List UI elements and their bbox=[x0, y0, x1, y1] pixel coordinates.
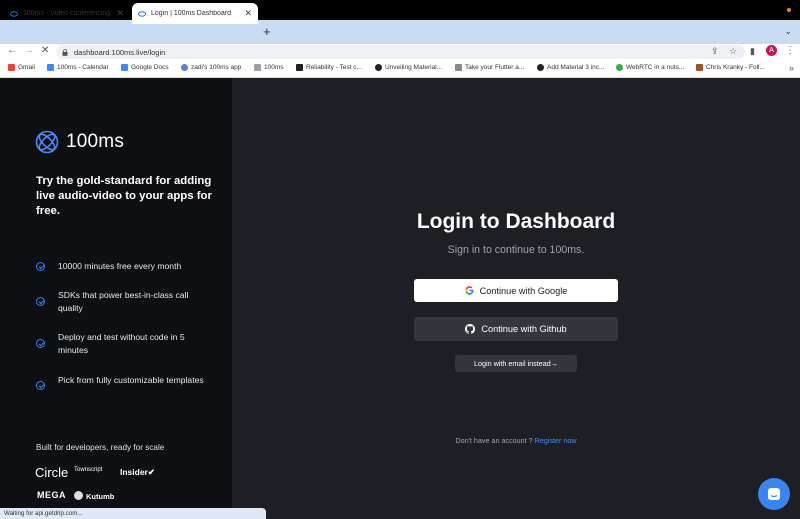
lock-icon bbox=[62, 49, 68, 56]
bookmark-label: 100ms bbox=[264, 64, 284, 71]
webrtc-icon bbox=[616, 64, 623, 71]
bookmark-label: WebRTC in a nuts... bbox=[626, 64, 685, 71]
bookmark-label: Google Docs bbox=[131, 64, 169, 71]
page-title: Login to Dashboard bbox=[416, 210, 616, 233]
bookmark-label: Chris Kranky - Foll... bbox=[706, 64, 765, 71]
register-prompt: Don't have an account ? Register now bbox=[232, 436, 800, 445]
tab-label: Login | 100ms Dashboard bbox=[151, 10, 232, 17]
bookmark-label: zadi's 100ms app bbox=[191, 64, 242, 71]
close-tab-icon[interactable]: ✕ bbox=[116, 8, 124, 19]
folder-icon bbox=[254, 64, 261, 71]
share-icon[interactable]: ⇪ bbox=[711, 46, 719, 57]
stop-loading-icon[interactable]: ✕ bbox=[41, 45, 49, 56]
feature-text: Deploy and test without code in 5 minute… bbox=[58, 332, 185, 355]
chat-launcher-button[interactable] bbox=[758, 478, 790, 510]
continue-with-github-button[interactable]: Continue with Github bbox=[414, 317, 618, 341]
bookmark-label: Reliability - Test c... bbox=[306, 64, 362, 71]
address-bar[interactable]: dashboard.100ms.live/login bbox=[56, 45, 745, 59]
google-icon bbox=[464, 286, 474, 295]
side-panel-icon[interactable]: ▮ bbox=[750, 46, 755, 57]
100ms-favicon-icon bbox=[10, 10, 18, 18]
chat-icon bbox=[767, 487, 781, 501]
github-icon bbox=[537, 64, 544, 71]
check-circle-icon bbox=[36, 339, 45, 348]
kutumb-logo-icon bbox=[74, 491, 83, 500]
built-for-text: Built for developers, ready for scale bbox=[36, 443, 165, 452]
bookmark-label: 100ms - Calendar bbox=[57, 64, 109, 71]
check-circle-icon bbox=[36, 297, 45, 306]
docs-icon bbox=[121, 64, 128, 71]
bookmark-calendar[interactable]: 100ms - Calendar bbox=[47, 64, 109, 71]
bookmark-star-icon[interactable]: ☆ bbox=[729, 46, 737, 57]
url-text: dashboard.100ms.live/login bbox=[74, 47, 166, 57]
bookmark-reliability[interactable]: Reliability - Test c... bbox=[296, 64, 362, 71]
check-circle-icon bbox=[36, 262, 45, 271]
tab-100ms-site[interactable]: 100ms - Video conferencing infr ✕ bbox=[4, 3, 130, 24]
feature-item: SDKs that power best-in-class call quali… bbox=[36, 289, 206, 315]
feature-item: Pick from fully customizable templates bbox=[36, 374, 206, 390]
profile-avatar[interactable]: A bbox=[766, 45, 777, 56]
100ms-logo-icon bbox=[35, 130, 59, 159]
new-tab-icon[interactable]: + bbox=[263, 24, 271, 39]
circle-logo: Circle bbox=[35, 465, 69, 480]
github-button-label: Continue with Github bbox=[481, 324, 567, 334]
feature-text: 10000 minutes free every month bbox=[58, 261, 182, 271]
bookmark-chris-kranky[interactable]: Chris Kranky - Foll... bbox=[696, 64, 765, 71]
bookmark-label: Unveiling Material... bbox=[385, 64, 443, 71]
bookmark-label: Take your Flutter a... bbox=[465, 64, 525, 71]
login-with-email-button[interactable]: Login with email instead→ bbox=[455, 355, 577, 372]
site-icon bbox=[696, 64, 703, 71]
browser-menu-icon[interactable]: ⋮ bbox=[785, 45, 795, 56]
close-tab-icon[interactable]: ✕ bbox=[244, 8, 252, 19]
back-icon[interactable]: ← bbox=[7, 45, 17, 56]
bookmark-google-docs[interactable]: Google Docs bbox=[121, 64, 169, 71]
no-account-text: Don't have an account ? bbox=[455, 436, 533, 445]
forward-icon[interactable]: → bbox=[24, 45, 34, 56]
continue-with-google-button[interactable]: Continue with Google bbox=[414, 279, 618, 302]
app-icon bbox=[181, 64, 188, 71]
github-icon bbox=[465, 324, 476, 334]
google-button-label: Continue with Google bbox=[479, 285, 568, 296]
page-subtitle: Sign in to continue to 100ms. bbox=[447, 244, 585, 256]
townscript-logo: Townscript bbox=[74, 467, 103, 473]
feature-item: Deploy and test without code in 5 minute… bbox=[36, 331, 206, 357]
tab-login-dashboard[interactable]: Login | 100ms Dashboard ✕ bbox=[132, 3, 258, 24]
logo-wordmark: 100ms bbox=[66, 131, 125, 152]
more-bookmarks-icon[interactable]: » bbox=[789, 63, 794, 73]
bookmark-label: Add Material 3 inc... bbox=[547, 64, 605, 71]
tab-label: 100ms - Video conferencing infr bbox=[23, 10, 113, 17]
tab-search-chevron-icon[interactable]: ⌄ bbox=[784, 26, 792, 37]
github-icon bbox=[375, 64, 382, 71]
insider-logo-text: Insider bbox=[120, 467, 148, 477]
tagline: Try the gold-standard for adding live au… bbox=[36, 175, 212, 217]
feature-text: SDKs that power best-in-class call quali… bbox=[58, 290, 189, 313]
bookmark-label: Gmail bbox=[18, 64, 35, 71]
register-link[interactable]: Register now bbox=[535, 436, 577, 445]
bookmark-100ms-folder[interactable]: 100ms bbox=[254, 64, 284, 71]
check-circle-icon bbox=[36, 381, 45, 390]
bookmark-webrtc[interactable]: WebRTC in a nuts... bbox=[616, 64, 684, 71]
code-icon bbox=[455, 64, 462, 71]
notification-dot-icon bbox=[787, 8, 791, 12]
bookmark-material[interactable]: Unveiling Material... bbox=[375, 64, 442, 71]
gmail-icon bbox=[8, 64, 15, 71]
kutumb-logo: Kutumb bbox=[86, 492, 115, 501]
insider-logo: Insider✔ bbox=[120, 467, 155, 477]
mega-logo: MEGA bbox=[37, 490, 66, 500]
feature-item: 10000 minutes free every month bbox=[36, 260, 206, 273]
bookmark-material-3[interactable]: Add Material 3 inc... bbox=[537, 64, 604, 71]
bookmark-zadi-app[interactable]: zadi's 100ms app bbox=[181, 64, 241, 71]
100ms-favicon-icon bbox=[138, 10, 146, 18]
bookmark-gmail[interactable]: Gmail bbox=[8, 64, 35, 71]
feature-text: Pick from fully customizable templates bbox=[58, 375, 204, 385]
notion-icon bbox=[296, 64, 303, 71]
calendar-icon bbox=[47, 64, 54, 71]
browser-status-bar: Waiting for api.getdrip.com... bbox=[0, 508, 266, 519]
bookmark-flutter[interactable]: Take your Flutter a... bbox=[455, 64, 524, 71]
